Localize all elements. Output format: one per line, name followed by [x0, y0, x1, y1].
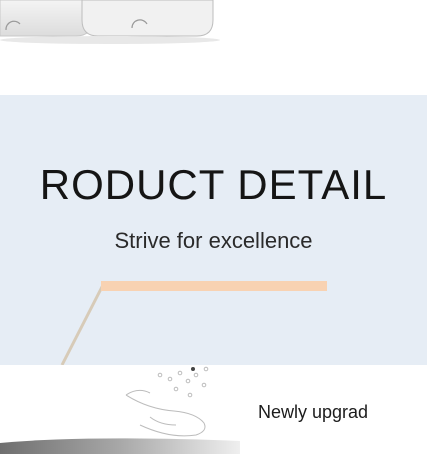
- page: RODUCT DETAIL Strive for excellence Newl…: [0, 0, 427, 454]
- feature-text: Newly upgrad: [258, 402, 369, 422]
- hand-sensor-icon: [125, 366, 209, 437]
- accent-bar: [101, 281, 327, 291]
- product-device-image: [0, 0, 220, 44]
- banner-title: RODUCT DETAIL: [39, 161, 388, 208]
- product-detail-banner: RODUCT DETAIL Strive for excellence: [0, 95, 427, 365]
- banner-subtitle: Strive for excellence: [114, 228, 313, 253]
